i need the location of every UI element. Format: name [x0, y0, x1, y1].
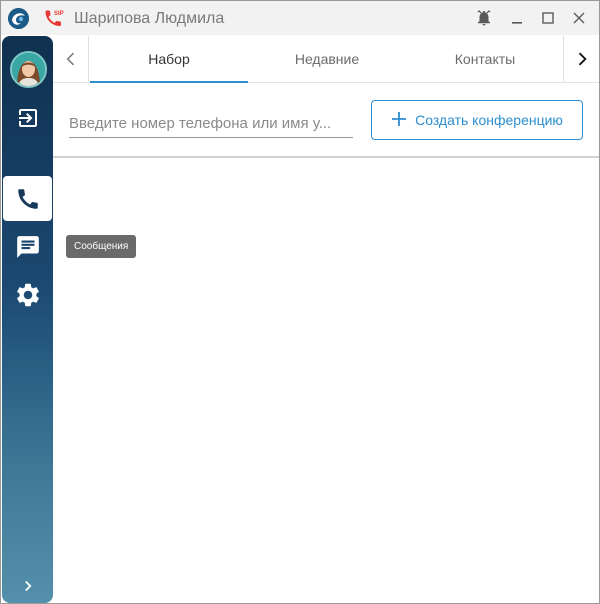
- chevron-left-icon: [66, 52, 74, 66]
- chevron-right-icon: [578, 52, 587, 66]
- maximize-button[interactable]: [537, 7, 559, 29]
- sidebar: [2, 36, 53, 603]
- gear-icon: [16, 283, 39, 307]
- tab-contacts[interactable]: Контакты: [406, 36, 564, 82]
- title-bar: SIP Шарипова Людмила: [1, 1, 599, 35]
- create-conference-button[interactable]: Создать конференцию: [371, 100, 583, 140]
- phone-icon: [17, 188, 38, 209]
- tab-bar: Набор Недавние Контакты: [53, 36, 599, 83]
- tab-scroll-right-button[interactable]: [563, 36, 599, 82]
- logout-icon: [18, 109, 37, 127]
- user-avatar[interactable]: [10, 51, 47, 88]
- dial-input-row: Создать конференцию: [53, 83, 599, 158]
- minimize-button[interactable]: [506, 7, 528, 29]
- notification-bell-icon[interactable]: [473, 7, 495, 29]
- sidebar-tooltip: Сообщения: [66, 235, 137, 258]
- tab-recent[interactable]: Недавние: [248, 36, 406, 82]
- sip-phone-icon[interactable]: SIP: [41, 7, 65, 31]
- close-button[interactable]: [568, 7, 590, 29]
- create-conference-label: Создать конференцию: [415, 112, 563, 128]
- sip-badge: SIP: [54, 11, 64, 17]
- message-icon: [16, 236, 39, 258]
- chevron-right-icon: [24, 580, 32, 592]
- tab-scroll-left-button[interactable]: [53, 36, 89, 82]
- plus-icon: [391, 110, 407, 130]
- app-window: SIP Шарипова Людмила Сообщения Набор Нед…: [0, 0, 600, 604]
- sidebar-item-calls[interactable]: [3, 176, 52, 221]
- expand-sidebar-button[interactable]: [2, 564, 53, 603]
- logout-button[interactable]: [2, 96, 53, 140]
- phone-search-input[interactable]: [69, 110, 353, 138]
- app-logo-icon: [8, 8, 29, 29]
- sidebar-item-messages[interactable]: [2, 225, 53, 269]
- tab-dial[interactable]: Набор: [90, 36, 248, 83]
- sidebar-item-settings[interactable]: [2, 273, 53, 317]
- window-title: Шарипова Людмила: [74, 10, 225, 27]
